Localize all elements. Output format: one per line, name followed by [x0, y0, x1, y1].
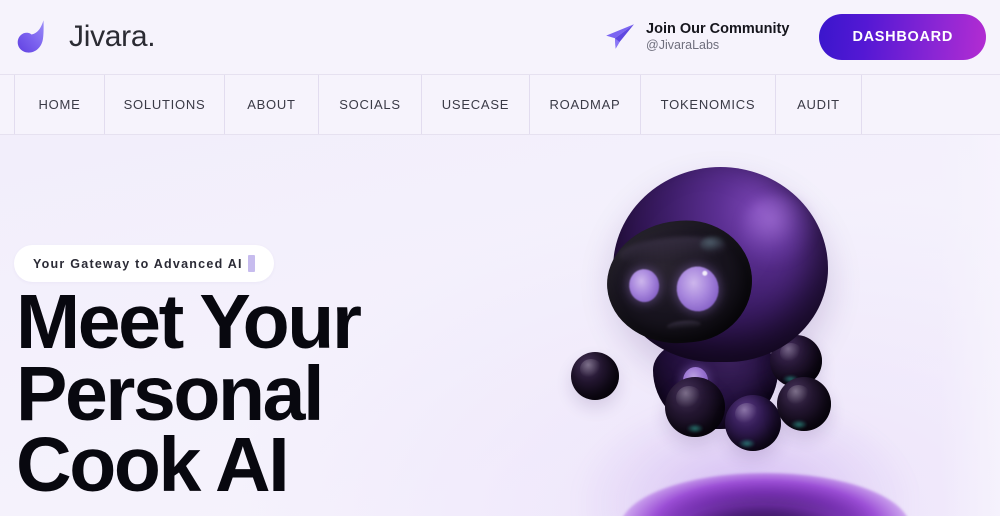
community-text-block: Join Our Community @JivaraLabs [646, 21, 789, 53]
crescent-moon-logo-icon [16, 17, 56, 57]
robot-limb-orb [725, 395, 781, 451]
nav-item-roadmap[interactable]: ROADMAP [529, 75, 640, 134]
robot-left-eye [627, 267, 661, 304]
community-title: Join Our Community [646, 21, 790, 38]
orb-teal-vent [739, 439, 755, 448]
purple-3d-robot-illustration [565, 155, 965, 516]
header-actions: Join Our Community @JivaraLabs DASHBOARD [605, 14, 986, 60]
orb-highlight [787, 385, 810, 406]
orb-highlight [580, 359, 602, 379]
orb-highlight [676, 386, 702, 410]
robot-limb-orb [665, 377, 725, 437]
orb-teal-vent [687, 424, 703, 433]
headline-line-2: Personal [16, 350, 324, 437]
telegram-paper-plane-icon [605, 23, 635, 51]
page-title: Meet Your Personal Cook AI [16, 279, 536, 509]
robot-right-eye [674, 264, 721, 314]
hero-badge-label: Your Gateway to Advanced AI [33, 256, 243, 271]
robot-head-highlight [741, 195, 815, 265]
nav-item-solutions[interactable]: SOLUTIONS [104, 75, 224, 134]
orb-teal-vent [791, 420, 807, 429]
typing-cursor-icon [247, 255, 255, 272]
nav-item-tokenomics[interactable]: TOKENOMICS [640, 75, 775, 134]
nav-item-usecase[interactable]: USECASE [421, 75, 529, 134]
nav-item-about[interactable]: ABOUT [224, 75, 318, 134]
site-header: Jivara. Join Our Community @JivaraLabs D… [0, 0, 1000, 74]
orb-highlight [735, 403, 759, 425]
community-handle: @JivaraLabs [646, 38, 720, 53]
brand-logo[interactable]: Jivara. [16, 17, 156, 57]
nav-empty-cell [861, 75, 1000, 134]
main-navigation: HOME SOLUTIONS ABOUT SOCIALS USECASE ROA… [0, 74, 1000, 135]
nav-item-audit[interactable]: AUDIT [775, 75, 861, 134]
landing-page: Jivara. Join Our Community @JivaraLabs D… [0, 0, 1000, 516]
nav-left-pad [0, 75, 14, 134]
join-community-link[interactable]: Join Our Community @JivaraLabs [605, 21, 789, 53]
robot-limb-orb [777, 377, 831, 431]
brand-name: Jivara. [69, 20, 156, 53]
headline-line-3: Cook AI [16, 422, 290, 509]
hero-section: Your Gateway to Advanced AI Meet Your Pe… [0, 135, 1000, 516]
dashboard-button[interactable]: DASHBOARD [819, 14, 986, 60]
headline-line-1: Meet Your [16, 279, 362, 365]
nav-item-socials[interactable]: SOCIALS [318, 75, 421, 134]
robot-limb-orb [571, 352, 619, 400]
robot-mouth-vent [666, 319, 702, 332]
hero-badge: Your Gateway to Advanced AI [14, 245, 274, 282]
nav-item-home[interactable]: HOME [14, 75, 104, 134]
